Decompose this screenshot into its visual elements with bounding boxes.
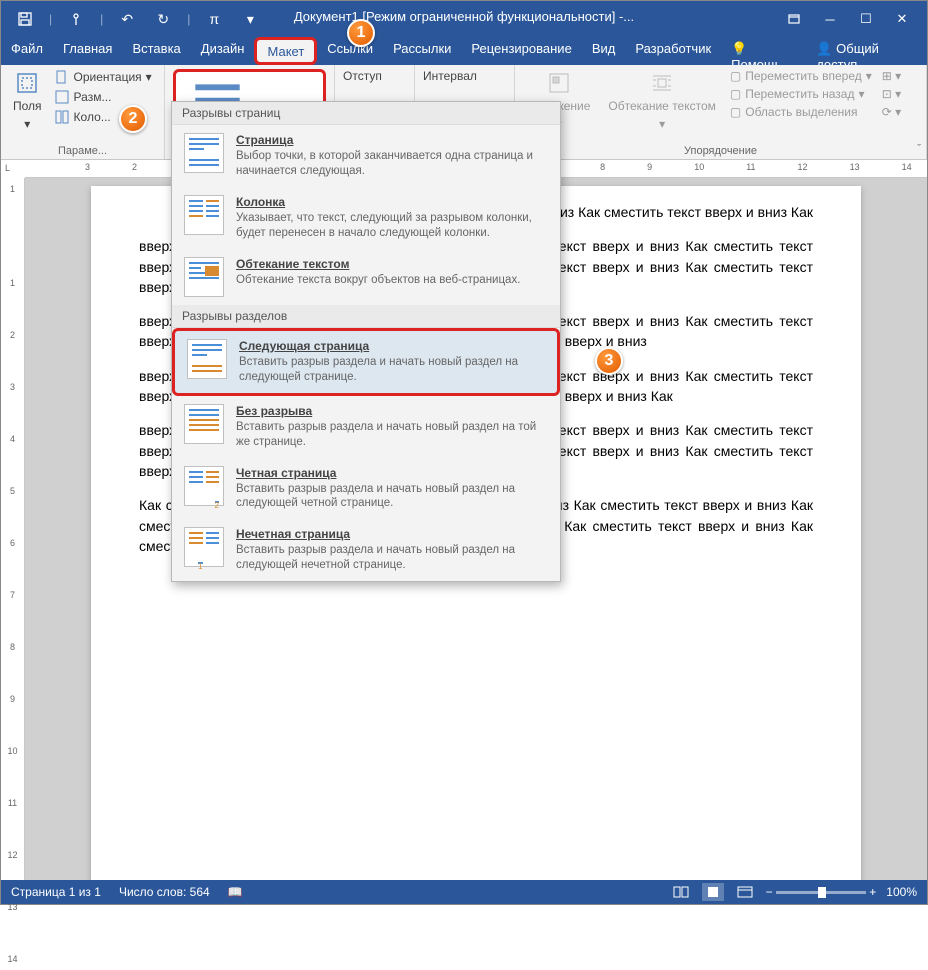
spacing-label: Интервал xyxy=(423,69,506,83)
tab-insert[interactable]: Вставка xyxy=(122,37,190,65)
view-read-button[interactable] xyxy=(670,883,692,901)
close-button[interactable]: ✕ xyxy=(887,5,917,33)
wrap-text-button[interactable]: Обтекание текстом▾ xyxy=(604,69,719,133)
view-web-button[interactable] xyxy=(734,883,756,901)
save-button[interactable] xyxy=(11,5,39,33)
bring-forward-button[interactable]: ▢ Переместить вперед ▾ xyxy=(730,69,872,83)
menu-header-section-breaks: Разрывы разделов xyxy=(172,305,560,328)
tab-layout[interactable]: Макет xyxy=(254,37,317,65)
group-button[interactable]: ⊡ ▾ xyxy=(882,87,901,101)
menu-header-page-breaks: Разрывы страниц xyxy=(172,102,560,125)
continuous-icon xyxy=(184,404,224,444)
menu-item-even-page[interactable]: 2 Четная страницаВставить разрыв раздела… xyxy=(172,458,560,520)
breaks-menu: Разрывы страниц СтраницаВыбор точки, в к… xyxy=(171,101,561,582)
rotate-button[interactable]: ⟳ ▾ xyxy=(882,105,901,119)
column-break-icon xyxy=(184,195,224,235)
next-page-icon xyxy=(187,339,227,379)
maximize-button[interactable]: ☐ xyxy=(851,5,881,33)
titlebar: | | ↶ ↻ | π ▾ Документ1 [Режим ограничен… xyxy=(1,1,927,37)
ribbon-options-button[interactable] xyxy=(779,5,809,33)
collapse-ribbon-button[interactable]: ˇ xyxy=(917,143,921,155)
zoom-in-button[interactable]: + xyxy=(869,885,876,899)
badge-1: 1 xyxy=(347,19,375,47)
tab-home[interactable]: Главная xyxy=(53,37,122,65)
zoom-slider[interactable]: − + xyxy=(766,885,877,899)
badge-3: 3 xyxy=(595,347,623,375)
quick-access-toolbar: | | ↶ ↻ | π ▾ xyxy=(1,5,274,33)
text-wrap-icon xyxy=(184,257,224,297)
tab-view[interactable]: Вид xyxy=(582,37,626,65)
ribbon-tabs: Файл Главная Вставка Дизайн Макет Ссылки… xyxy=(1,37,927,65)
pi-button[interactable]: π xyxy=(200,5,228,33)
tab-share[interactable]: 👤 Общий доступ xyxy=(806,37,927,65)
tab-developer[interactable]: Разработчик xyxy=(625,37,721,65)
odd-page-icon: 1 xyxy=(184,527,224,567)
group-arrange-label: Упорядочение xyxy=(523,141,918,157)
menu-item-text-wrapping[interactable]: Обтекание текстомОбтекание текста вокруг… xyxy=(172,249,560,305)
touch-mode-button[interactable] xyxy=(62,5,90,33)
tab-design[interactable]: Дизайн xyxy=(191,37,255,65)
page-break-icon xyxy=(184,133,224,173)
indent-label: Отступ xyxy=(343,69,406,83)
orientation-button[interactable]: Ориентация ▾ xyxy=(54,69,152,85)
menu-item-next-page[interactable]: Следующая страницаВставить разрыв раздел… xyxy=(172,328,560,396)
zoom-level[interactable]: 100% xyxy=(886,885,917,899)
size-button[interactable]: Разм... xyxy=(54,89,152,105)
menu-item-odd-page[interactable]: 1 Нечетная страницаВставить разрыв разде… xyxy=(172,519,560,581)
send-backward-button[interactable]: ▢ Переместить назад ▾ xyxy=(730,87,872,101)
align-button[interactable]: ⊞ ▾ xyxy=(882,69,901,83)
status-proofing-icon[interactable]: 📖 xyxy=(228,885,243,899)
undo-button[interactable]: ↶ xyxy=(113,5,141,33)
status-page[interactable]: Страница 1 из 1 xyxy=(11,885,101,899)
ruler-corner: L xyxy=(5,163,10,173)
group-page-setup-label: Параме... xyxy=(9,141,156,157)
menu-item-column[interactable]: КолонкаУказывает, что текст, следующий з… xyxy=(172,187,560,249)
selection-pane-button[interactable]: ▢ Область выделения xyxy=(730,105,872,119)
margins-button[interactable]: Поля▾ xyxy=(9,69,46,133)
status-words[interactable]: Число слов: 564 xyxy=(119,885,210,899)
tab-review[interactable]: Рецензирование xyxy=(461,37,581,65)
menu-item-page[interactable]: СтраницаВыбор точки, в которой заканчива… xyxy=(172,125,560,187)
status-bar: Страница 1 из 1 Число слов: 564 📖 − + 10… xyxy=(1,880,927,904)
badge-2: 2 xyxy=(119,105,147,133)
minimize-button[interactable]: ─ xyxy=(815,5,845,33)
zoom-out-button[interactable]: − xyxy=(766,885,773,899)
tab-help[interactable]: 💡Помощь xyxy=(721,37,806,65)
tab-mailings[interactable]: Рассылки xyxy=(383,37,461,65)
vertical-ruler[interactable]: 11234567891011121314 xyxy=(1,178,25,880)
qat-more-button[interactable]: ▾ xyxy=(236,5,264,33)
window-title: Документ1 [Режим ограниченной функционал… xyxy=(294,9,634,24)
redo-button[interactable]: ↻ xyxy=(149,5,177,33)
menu-item-continuous[interactable]: Без разрываВставить разрыв раздела и нач… xyxy=(172,396,560,458)
tab-file[interactable]: Файл xyxy=(1,37,53,65)
even-page-icon: 2 xyxy=(184,466,224,506)
view-print-button[interactable] xyxy=(702,883,724,901)
